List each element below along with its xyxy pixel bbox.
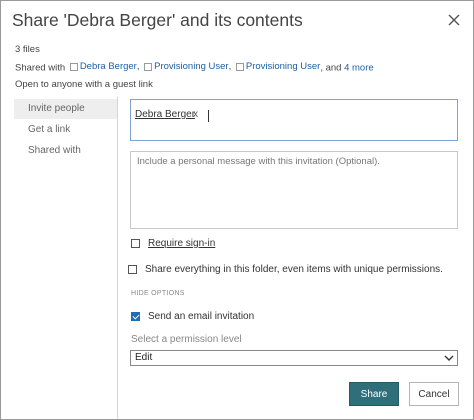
permission-level-select[interactable]: Edit [130, 350, 458, 366]
require-signin-label[interactable]: Require sign-in [148, 238, 215, 249]
files-count: 3 files [15, 44, 40, 55]
send-email-row[interactable]: Send an email invitation [131, 311, 254, 322]
send-email-label[interactable]: Send an email invitation [148, 311, 254, 322]
permission-level-value: Edit [135, 352, 153, 363]
nav-shared-with[interactable]: Shared with [14, 141, 117, 161]
share-button[interactable]: Share [349, 382, 399, 406]
people-picker-input[interactable]: Debra Berger x [130, 99, 458, 141]
shared-and-text: , and [320, 62, 342, 74]
share-everything-label[interactable]: Share everything in this folder, even it… [145, 264, 443, 275]
personal-message-input[interactable] [130, 151, 458, 229]
shared-with-prefix: Shared with [15, 62, 66, 74]
nav-invite-people[interactable]: Invite people [14, 99, 117, 119]
send-email-checkbox[interactable] [131, 312, 140, 321]
permission-level-label: Select a permission level [131, 334, 242, 345]
shared-user-0[interactable]: Debra Berger, [68, 61, 139, 72]
share-everything-row[interactable]: Share everything in this folder, even it… [128, 264, 443, 275]
shared-user-link[interactable]: Debra Berger [80, 61, 137, 72]
shared-with-line: Shared with Debra Berger, Provisioning U… [15, 61, 374, 74]
share-dialog: Share 'Debra Berger' and its contents 3 … [0, 0, 474, 420]
shared-more-link[interactable]: 4 more [344, 63, 374, 74]
cancel-button[interactable]: Cancel [409, 382, 459, 406]
shared-user-link[interactable]: Provisioning User [246, 61, 320, 72]
user-icon [144, 62, 153, 71]
guest-link-text: Open to anyone with a guest link [15, 79, 153, 90]
share-nav: Invite people Get a link Shared with [14, 99, 117, 162]
close-icon[interactable] [446, 12, 462, 28]
user-icon [235, 62, 244, 71]
user-icon [69, 62, 78, 71]
chevron-down-icon [444, 355, 454, 361]
require-signin-row[interactable]: Require sign-in [131, 238, 215, 249]
dialog-title: Share 'Debra Berger' and its contents [12, 10, 303, 30]
shared-user-1[interactable]: Provisioning User, [142, 61, 231, 72]
shared-user-link[interactable]: Provisioning User [154, 61, 228, 72]
remove-person-icon[interactable]: x [193, 109, 198, 120]
nav-get-a-link[interactable]: Get a link [14, 120, 117, 140]
nav-divider [117, 97, 118, 419]
share-everything-checkbox[interactable] [128, 265, 137, 274]
person-chip[interactable]: Debra Berger [135, 109, 195, 120]
hide-options-toggle[interactable]: HIDE OPTIONS [131, 290, 185, 297]
text-caret [208, 110, 209, 122]
require-signin-checkbox[interactable] [131, 239, 140, 248]
shared-user-2[interactable]: Provisioning User [234, 61, 320, 72]
